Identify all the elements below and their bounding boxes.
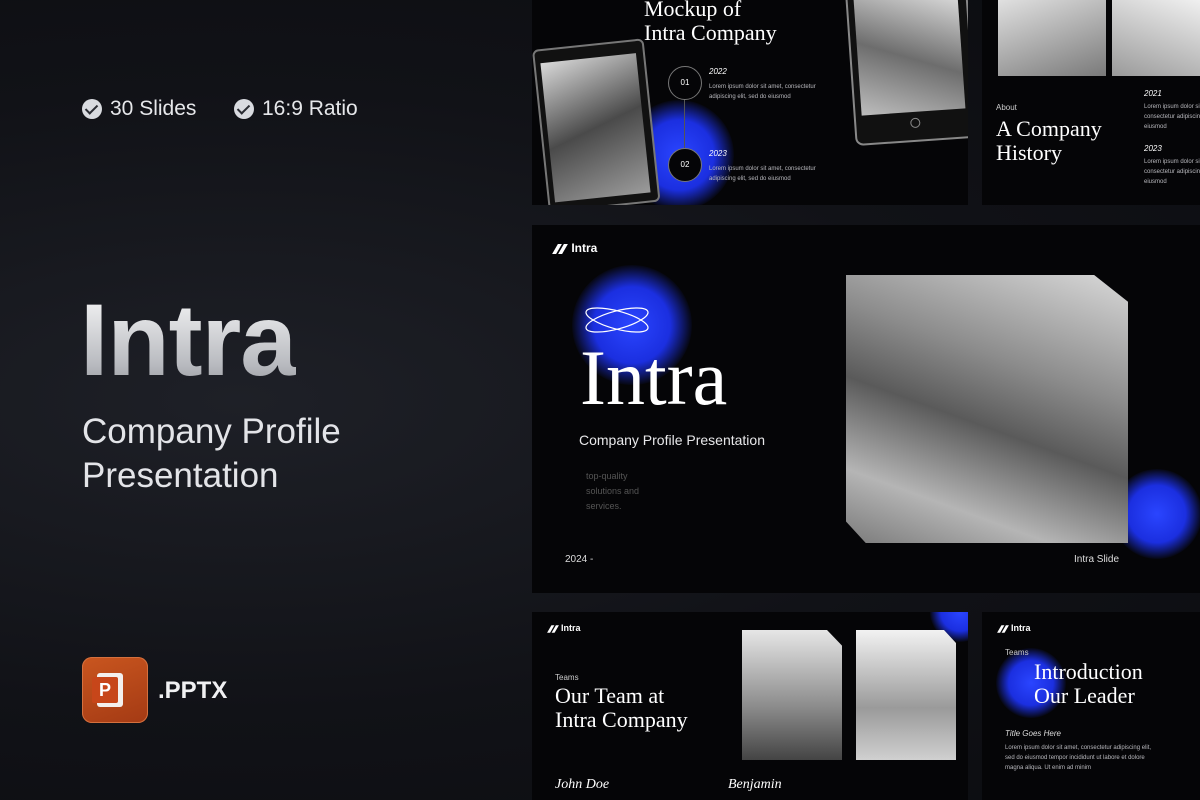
main-tagline-3: services. <box>586 501 622 511</box>
powerpoint-icon: P <box>82 657 148 723</box>
step-1-body: Lorem ipsum dolor sit amet, consectetur … <box>709 84 816 100</box>
mockup-title-1: Mockup of <box>644 0 742 21</box>
team-label: Teams <box>555 673 579 682</box>
intra-logo-icon <box>997 625 1009 633</box>
history-body-1b: consectetur adipiscing elit, sed do <box>1144 114 1200 120</box>
leader-title-2: Our Leader <box>1034 683 1135 708</box>
step-1-circle: 01 <box>668 66 702 100</box>
badge-ratio: 16:9 Ratio <box>234 97 358 121</box>
badge-slides: 30 Slides <box>82 97 196 121</box>
team-member-photo-2 <box>856 630 956 760</box>
brand-subtitle-2: Presentation <box>82 456 279 495</box>
step-2-circle: 02 <box>668 148 702 182</box>
leader-body-1: Lorem ipsum dolor sit amet, consectetur … <box>1005 745 1152 751</box>
main-tagline-2: solutions and <box>586 486 640 496</box>
team-title-2: Intra Company <box>555 707 688 732</box>
main-tagline-1: top-quality <box>586 471 628 481</box>
team-logo: Intra <box>545 623 581 634</box>
history-title-2: History <box>996 140 1062 165</box>
slide-history[interactable]: About A Company History 2021 Lorem ipsum… <box>982 0 1200 205</box>
team-member-photo-1 <box>742 630 842 760</box>
mockup-title-2: Intra Company <box>644 20 777 45</box>
leader-logo: Intra <box>995 623 1031 634</box>
architecture-photo <box>846 275 1128 543</box>
brand-subtitle-1: Company Profile <box>82 412 341 451</box>
main-subtitle: Company Profile Presentation <box>579 432 765 448</box>
history-year-2: 2023 <box>1144 144 1162 153</box>
orbit-icon <box>585 307 649 333</box>
history-body-2b: consectetur adipiscing elit, sed do <box>1144 169 1200 175</box>
leader-label: Teams <box>1005 648 1029 657</box>
leader-title-1: Introduction <box>1034 659 1143 684</box>
history-body-1a: Lorem ipsum dolor sit amet, <box>1144 104 1200 110</box>
history-label: About <box>996 103 1017 112</box>
step-2-year: 2023 <box>709 149 727 158</box>
page: { "badges": ["30 Slides", "16:9 Ratio"],… <box>0 0 1200 800</box>
team-member-name-2: Benjamin <box>728 777 782 792</box>
leader-subtitle: Title Goes Here <box>1005 729 1061 738</box>
step-1-year: 2022 <box>709 67 727 76</box>
history-title-1: A Company <box>996 116 1102 141</box>
slide-team[interactable]: Intra Teams Our Team at Intra Company Jo… <box>532 612 968 800</box>
slide-mockup[interactable]: Mockup of Intra Company 01 02 2022 Lorem… <box>532 0 968 205</box>
team-title-1: Our Team at <box>555 683 665 708</box>
main-title: Intra <box>580 334 728 421</box>
tower-photo <box>853 0 966 116</box>
check-icon <box>82 99 102 119</box>
intra-logo-icon <box>547 625 559 633</box>
tablet-frame <box>532 38 661 205</box>
history-body-1c: eiusmod <box>1144 124 1167 130</box>
team-member-name-1: John Doe <box>555 777 610 792</box>
history-year-1: 2021 <box>1144 89 1162 98</box>
history-body-2c: eiusmod <box>1144 179 1167 185</box>
file-extension: .PPTX <box>158 677 228 704</box>
brand-title: Intra <box>80 283 297 397</box>
main-logo: Intra <box>552 241 597 255</box>
leader-body-3: magna aliqua. Ut enim ad minim <box>1005 765 1092 771</box>
step-2-body: Lorem ipsum dolor sit amet, consectetur … <box>709 166 816 182</box>
slide-main[interactable]: Intra Intra Company Profile Presentation… <box>532 225 1200 593</box>
history-photo-2 <box>1112 0 1200 76</box>
intra-logo-icon <box>552 244 568 254</box>
main-footer: Intra Slide <box>1074 554 1120 565</box>
building-photo <box>540 53 651 203</box>
check-icon <box>234 99 254 119</box>
history-body-2a: Lorem ipsum dolor sit amet, <box>1144 159 1200 165</box>
leader-body-2: sed do eiusmod tempor incididunt ut labo… <box>1005 755 1145 761</box>
tablet-frame-right <box>844 0 968 147</box>
main-year: 2024 - <box>565 554 594 565</box>
slide-leader[interactable]: Intra Teams Introduction Our Leader Titl… <box>982 612 1200 800</box>
history-photo-1 <box>998 0 1106 76</box>
